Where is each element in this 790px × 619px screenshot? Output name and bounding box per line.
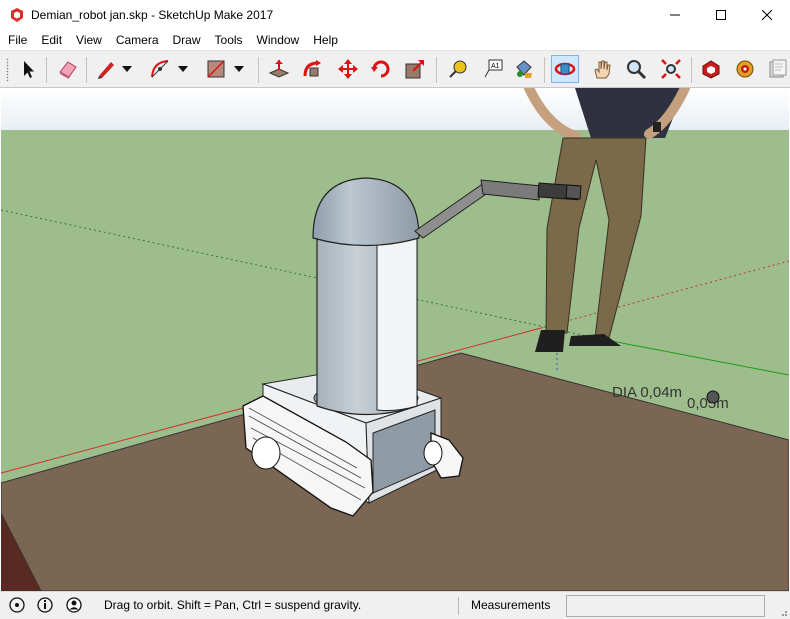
dropdown-arrow-icon [178, 66, 188, 72]
toolbar-separator [46, 57, 47, 83]
magnifier-icon [627, 60, 647, 80]
dimension-marker [706, 390, 720, 404]
maximize-button[interactable] [698, 0, 744, 30]
menu-draw[interactable]: Draw [166, 30, 208, 50]
toolbar-separator [691, 57, 692, 83]
arc-icon [151, 60, 169, 78]
zoom-extents-icon [661, 59, 681, 79]
menu-window[interactable]: Window [250, 30, 307, 50]
rotate-tool-button[interactable] [367, 55, 395, 83]
push-pull-tool-button[interactable] [265, 55, 293, 83]
user-account-icon[interactable] [66, 597, 82, 613]
status-bar: Drag to orbit. Shift = Pan, Ctrl = suspe… [0, 591, 790, 619]
close-icon [762, 10, 772, 20]
orbit-icon [554, 62, 576, 76]
extension-warehouse-button[interactable] [731, 55, 759, 83]
status-separator [458, 597, 459, 615]
paint-bucket-icon [516, 60, 532, 78]
zoom-extents-tool-button[interactable] [657, 55, 685, 83]
window-title: Demian_robot jan.skp - SketchUp Make 201… [31, 8, 274, 22]
menu-bar: File Edit View Camera Draw Tools Window … [0, 30, 790, 50]
rectangle-dropdown[interactable] [230, 55, 248, 83]
scale-tool-button[interactable] [401, 55, 429, 83]
pencil-dropdown[interactable] [118, 55, 136, 83]
hand-icon [594, 60, 611, 79]
credits-info-icon[interactable] [37, 597, 53, 613]
title-bar: Demian_robot jan.skp - SketchUp Make 201… [0, 0, 790, 30]
toolbar-separator [544, 57, 545, 83]
text-label-icon: A1 [484, 59, 503, 78]
maximize-icon [716, 10, 726, 20]
extension-warehouse-icon [736, 60, 754, 78]
warehouse-icon [702, 60, 720, 79]
tape-measure-icon [449, 60, 467, 78]
pencil-tool-button[interactable] [92, 55, 120, 83]
tape-measure-tool-button[interactable] [444, 55, 472, 83]
sketchup-logo-icon [11, 8, 23, 22]
pencil-icon [98, 62, 114, 79]
select-tool-button[interactable] [14, 55, 42, 83]
layout-icon [769, 59, 787, 78]
model-viewport[interactable]: DIA 0,04m 0,05m [1, 88, 789, 591]
close-button[interactable] [744, 0, 790, 30]
menu-help[interactable]: Help [306, 30, 345, 50]
push-pull-icon [268, 60, 290, 78]
zoom-tool-button[interactable] [622, 55, 650, 83]
paint-bucket-tool-button[interactable] [510, 55, 538, 83]
arc-tool-button[interactable] [146, 55, 174, 83]
scene-canvas[interactable]: DIA 0,04m 0,05m [1, 88, 789, 591]
resize-grip-icon[interactable] [778, 607, 788, 617]
follow-me-tool-button[interactable] [299, 55, 327, 83]
minimize-button[interactable] [652, 0, 698, 30]
eraser-tool-button[interactable] [54, 55, 82, 83]
menu-tools[interactable]: Tools [208, 30, 250, 50]
rectangle-tool-button[interactable] [202, 55, 230, 83]
eraser-icon [59, 61, 77, 79]
orbit-tool-button[interactable] [551, 55, 579, 83]
3d-warehouse-button[interactable] [697, 55, 725, 83]
menu-file[interactable]: File [0, 30, 34, 50]
move-arrows-icon [338, 59, 358, 79]
text-tool-button[interactable]: A1 [479, 55, 507, 83]
dropdown-arrow-icon [122, 66, 132, 72]
measurements-input[interactable] [566, 595, 765, 617]
toolbar-separator [86, 57, 87, 83]
dimension-label: DIA 0,04m [612, 384, 682, 401]
rotate-icon [371, 60, 390, 78]
pan-tool-button[interactable] [588, 55, 616, 83]
follow-me-icon [303, 60, 321, 77]
menu-camera[interactable]: Camera [109, 30, 166, 50]
move-tool-button[interactable] [334, 55, 362, 83]
rectangle-icon [207, 60, 225, 78]
status-hint: Drag to orbit. Shift = Pan, Ctrl = suspe… [104, 598, 362, 612]
arrow-cursor-icon [24, 61, 34, 78]
scale-icon [405, 60, 424, 79]
measurements-label: Measurements [471, 598, 551, 612]
dropdown-arrow-icon [234, 66, 244, 72]
layout-button[interactable] [763, 55, 790, 83]
main-toolbar: A1 [0, 50, 790, 88]
toolbar-separator [258, 57, 259, 83]
menu-view[interactable]: View [69, 30, 109, 50]
geo-location-icon[interactable] [9, 597, 25, 613]
svg-text:A1: A1 [491, 63, 500, 70]
toolbar-grip[interactable] [6, 58, 9, 82]
toolbar-separator [436, 57, 437, 83]
arc-dropdown[interactable] [174, 55, 192, 83]
menu-edit[interactable]: Edit [34, 30, 69, 50]
robot-body [312, 177, 420, 416]
minimize-icon [670, 14, 680, 16]
